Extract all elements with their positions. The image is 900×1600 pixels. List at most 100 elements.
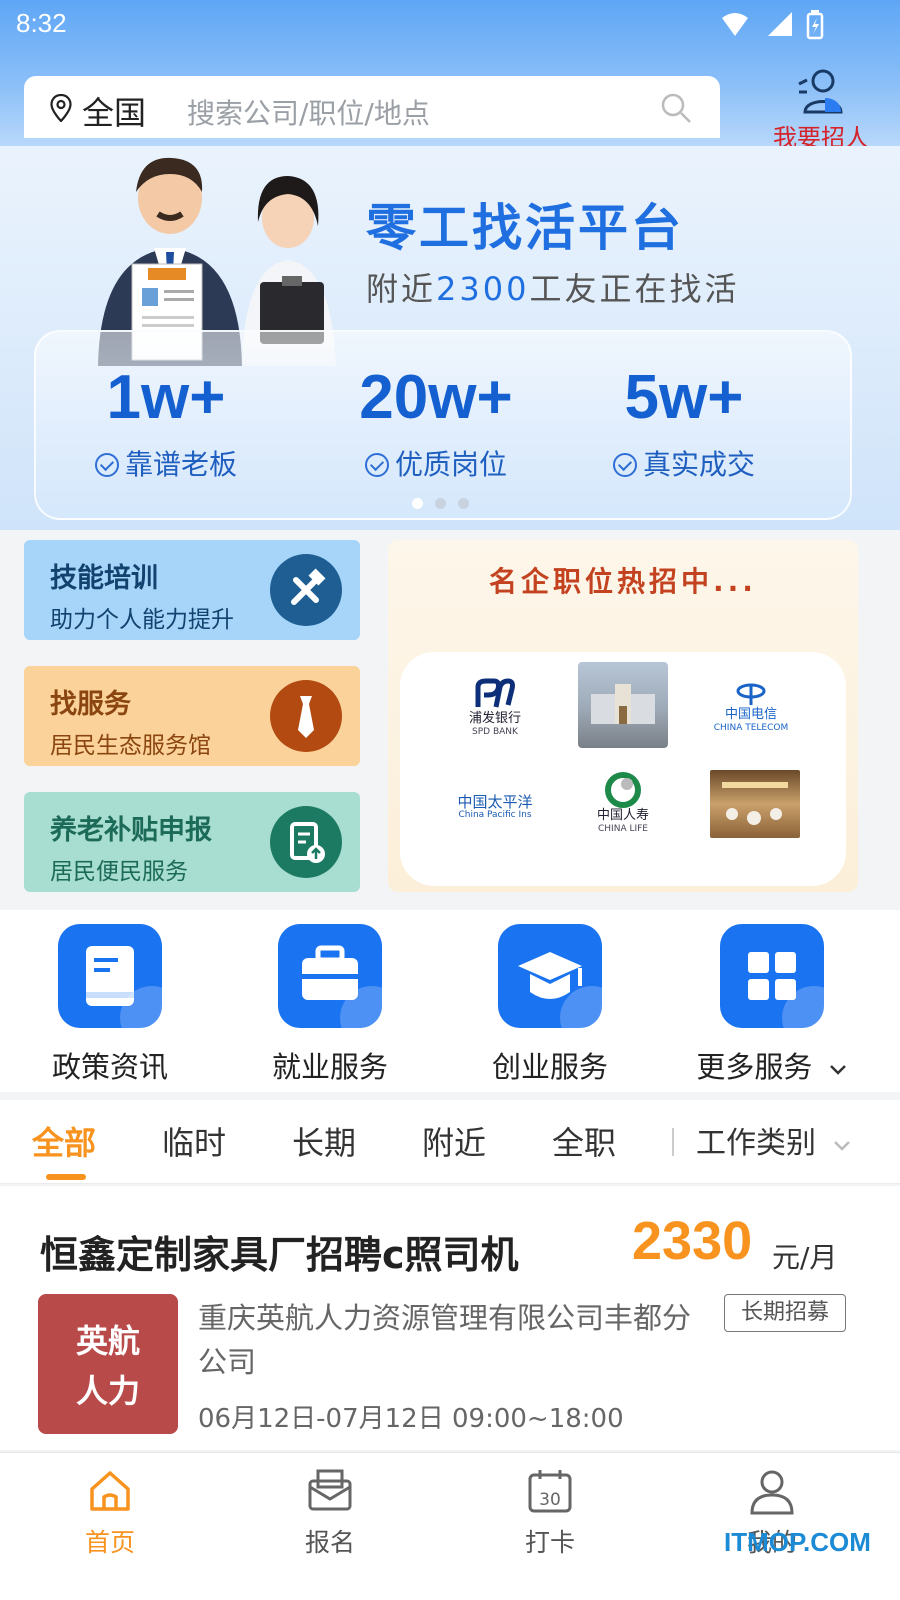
status-time: 8:32 xyxy=(16,8,67,38)
china-telecom-logo xyxy=(736,683,766,705)
building-photo xyxy=(591,684,655,724)
tools-icon xyxy=(270,554,342,626)
promo-banner[interactable]: 零工找活平台 附近2300工友正在找活 1w+ 靠谱老板 20w+ 优质岗位 5… xyxy=(0,146,900,530)
search-icon[interactable] xyxy=(660,92,692,124)
employer-logo-grid: 浦发银行 SPD BANK 中国电信 CHINA TELECOM 中国太平洋 C… xyxy=(400,652,846,886)
nav-checkin[interactable]: 30 打卡 xyxy=(490,1467,610,1559)
job-date-range: 06月12日-07月12日 09:00~18:00 xyxy=(198,1404,624,1434)
nav-label: 打卡 xyxy=(524,1528,575,1557)
document-upload-icon xyxy=(270,806,342,878)
tab-full-time[interactable]: 全职 xyxy=(552,1118,616,1164)
job-salary: 2330 xyxy=(632,1211,753,1271)
services-section: 技能培训 助力个人能力提升 找服务 居民生态服务馆 养老补贴申报 居民便民服务 … xyxy=(0,530,900,910)
job-filter-tabs: 全部 临时 长期 附近 全职 工作类别 xyxy=(0,1100,900,1184)
employer-logo-telecom[interactable]: 中国电信 CHINA TELECOM xyxy=(706,664,796,750)
page-dot xyxy=(412,498,423,509)
status-bar: 8:32 xyxy=(0,0,900,50)
search-bar[interactable]: 全国 搜索公司/职位/地点 xyxy=(24,76,720,138)
famous-employers-title: 名企职位热招中... xyxy=(489,565,757,598)
nav-signup[interactable]: 报名 xyxy=(270,1467,390,1559)
svg-text:30: 30 xyxy=(539,1490,561,1510)
card-subtitle: 居民便民服务 xyxy=(50,859,188,885)
search-input[interactable]: 搜索公司/职位/地点 xyxy=(187,92,430,132)
grid-icon xyxy=(720,924,824,1028)
tie-icon xyxy=(270,680,342,752)
job-type-badge: 长期招募 xyxy=(724,1294,846,1332)
tab-all[interactable]: 全部 xyxy=(32,1118,96,1164)
employer-logo-building[interactable] xyxy=(578,662,668,748)
quick-label: 政策资讯 xyxy=(51,1050,168,1084)
page-dot xyxy=(435,498,446,509)
briefcase-icon xyxy=(278,924,382,1028)
header-area: 8:32 全国 搜索公司/职位/地点 我要招人 xyxy=(0,0,900,146)
card-title: 找服务 xyxy=(50,689,131,720)
signal-icon xyxy=(768,12,792,36)
policy-news-button[interactable]: 政策资讯 xyxy=(10,924,210,1086)
more-services-button[interactable]: 更多服务 xyxy=(672,924,872,1086)
skill-training-card[interactable]: 技能培训 助力个人能力提升 xyxy=(24,540,360,640)
status-icons xyxy=(722,10,824,40)
tab-temporary[interactable]: 临时 xyxy=(162,1118,226,1164)
job-title: 恒鑫定制家具厂招聘c照司机 xyxy=(40,1233,519,1277)
chevron-down-icon xyxy=(829,1065,846,1075)
stat-bosses: 1w+ 靠谱老板 xyxy=(36,362,296,483)
nav-label: 报名 xyxy=(304,1528,355,1557)
employment-service-button[interactable]: 就业服务 xyxy=(230,924,430,1086)
stat-positions: 20w+ 优质岗位 xyxy=(359,363,513,481)
bottom-navigation: 首页 报名 30 打卡 我的 ITMOP.COM xyxy=(0,1452,900,1600)
employer-logo-cpic[interactable]: 中国太平洋 China Pacific Ins xyxy=(450,764,540,850)
banner-stats: 1w+ 靠谱老板 20w+ 优质岗位 5w+ 真实成交 xyxy=(34,330,852,520)
salary-unit: 元/月 xyxy=(772,1241,838,1274)
calendar-icon: 30 xyxy=(528,1470,572,1513)
active-tab-indicator xyxy=(46,1174,86,1180)
check-circle-icon xyxy=(612,453,637,477)
banner-title: 零工找活平台 xyxy=(366,199,684,257)
quick-label: 就业服务 xyxy=(271,1050,388,1084)
famous-employers-panel[interactable]: 名企职位热招中... 浦发银行 SPD BANK 中国电信 CHINA TELE… xyxy=(388,540,858,892)
divider xyxy=(672,1128,674,1156)
employer-logo-chinalife[interactable]: 中国人寿 CHINA LIFE xyxy=(578,760,668,846)
startup-service-button[interactable]: 创业服务 xyxy=(450,924,650,1086)
book-icon xyxy=(58,924,162,1028)
card-subtitle: 助力个人能力提升 xyxy=(50,607,234,633)
china-life-logo xyxy=(605,772,641,808)
check-circle-icon xyxy=(364,453,389,477)
company-logo: 英航 人力 xyxy=(38,1294,178,1434)
quick-label: 创业服务 xyxy=(491,1050,608,1084)
find-service-card[interactable]: 找服务 居民生态服务馆 xyxy=(24,666,360,766)
quick-services: 政策资讯 就业服务 创业服务 更多服务 xyxy=(0,910,900,1092)
location-pin-icon xyxy=(50,94,72,122)
tab-long-term[interactable]: 长期 xyxy=(292,1118,356,1164)
mail-icon xyxy=(308,1469,352,1511)
employer-logo-hall[interactable] xyxy=(710,770,800,838)
page-dot xyxy=(458,498,469,509)
banquet-hall-photo xyxy=(722,782,788,825)
banner-subtitle: 附近2300工友正在找活 xyxy=(366,270,740,308)
nav-label: 首页 xyxy=(84,1528,135,1557)
job-category-filter[interactable]: 工作类别 xyxy=(696,1118,852,1162)
home-icon xyxy=(90,1471,130,1511)
banner-pagination xyxy=(412,494,481,513)
check-circle-icon xyxy=(94,453,119,477)
stat-deals: 5w+ 真实成交 xyxy=(554,362,814,483)
location-selector[interactable]: 全国 xyxy=(82,88,146,134)
user-recruit-icon xyxy=(798,69,843,114)
recruit-label: 我要招人 xyxy=(773,124,869,146)
spd-bank-logo xyxy=(475,678,515,708)
employer-logo-spd[interactable]: 浦发银行 SPD BANK xyxy=(450,664,540,750)
quick-label: 更多服务 xyxy=(696,1050,813,1084)
pension-subsidy-card[interactable]: 养老补贴申报 居民便民服务 xyxy=(24,792,360,892)
chevron-down-icon xyxy=(833,1141,850,1151)
watermark: ITMOP.COM xyxy=(724,1527,871,1557)
job-listing-card[interactable]: 恒鑫定制家具厂招聘c照司机 2330 元/月 英航 人力 重庆英航人力资源管理有限… xyxy=(0,1186,900,1450)
card-subtitle: 居民生态服务馆 xyxy=(50,733,211,759)
tab-nearby[interactable]: 附近 xyxy=(422,1118,486,1164)
wifi-icon xyxy=(722,13,748,36)
company-name: 重庆英航人力资源管理有限公司丰都分公司 xyxy=(198,1301,692,1379)
user-icon xyxy=(750,1470,794,1515)
nav-home[interactable]: 首页 xyxy=(50,1467,170,1559)
graduation-cap-icon xyxy=(498,924,602,1028)
recruit-button[interactable]: 我要招人 xyxy=(766,66,876,146)
card-title: 技能培训 xyxy=(50,563,158,594)
card-title: 养老补贴申报 xyxy=(50,815,212,846)
